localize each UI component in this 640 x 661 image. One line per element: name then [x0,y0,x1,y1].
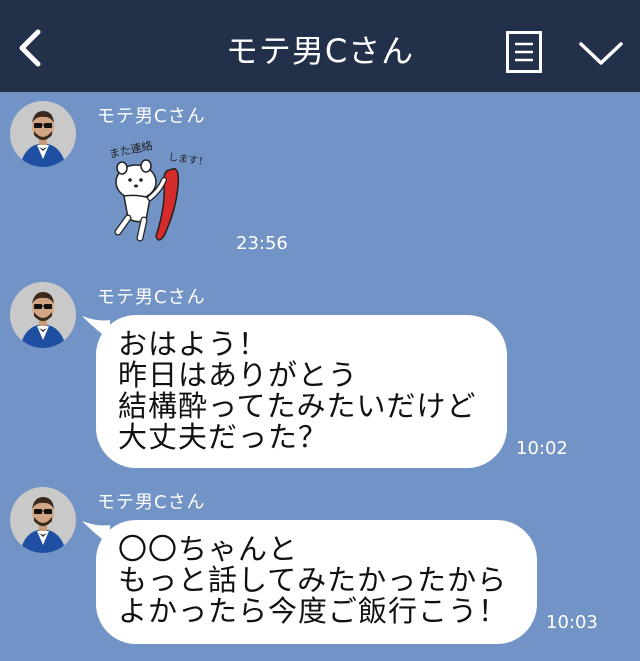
message-bubble[interactable]: おはよう！ 昨日はありがとう 結構酔ってたみたいだけど 大丈夫だった？ [96,315,507,468]
sticker-text-2: します！ [168,151,209,168]
menu-icon[interactable] [506,31,542,73]
sticker-text-1: また連絡 [108,140,154,161]
avatar[interactable] [10,282,76,348]
chat-header: モテ男Cさん [0,0,640,92]
message-line: 昨日はありがとう [118,358,359,392]
message-line: よかったら今度ご飯行こう！ [118,594,509,628]
sticker-image[interactable]: また連絡 します！ [106,138,216,250]
message-timestamp: 10:03 [546,612,598,633]
sender-name: モテ男Cさん [97,287,206,308]
chat-title: モテ男Cさん [225,32,415,70]
message-line: おはよう！ [118,327,269,361]
sender-name: モテ男Cさん [97,106,206,127]
message-line: もっと話してみたかったから [118,563,508,597]
chevron-down-icon[interactable] [578,38,624,68]
message-line: 結構酔ってたみたいだけど [118,389,477,423]
avatar[interactable] [10,487,76,553]
message-line: 大丈夫だった？ [118,420,329,454]
message-line: 〇〇ちゃんと [118,532,299,566]
avatar[interactable] [10,101,76,167]
message-bubble[interactable]: 〇〇ちゃんと もっと話してみたかったから よかったら今度ご飯行こう！ [96,520,537,644]
sender-name: モテ男Cさん [97,492,206,513]
message-timestamp: 23:56 [236,233,288,254]
message-timestamp: 10:02 [516,438,568,459]
